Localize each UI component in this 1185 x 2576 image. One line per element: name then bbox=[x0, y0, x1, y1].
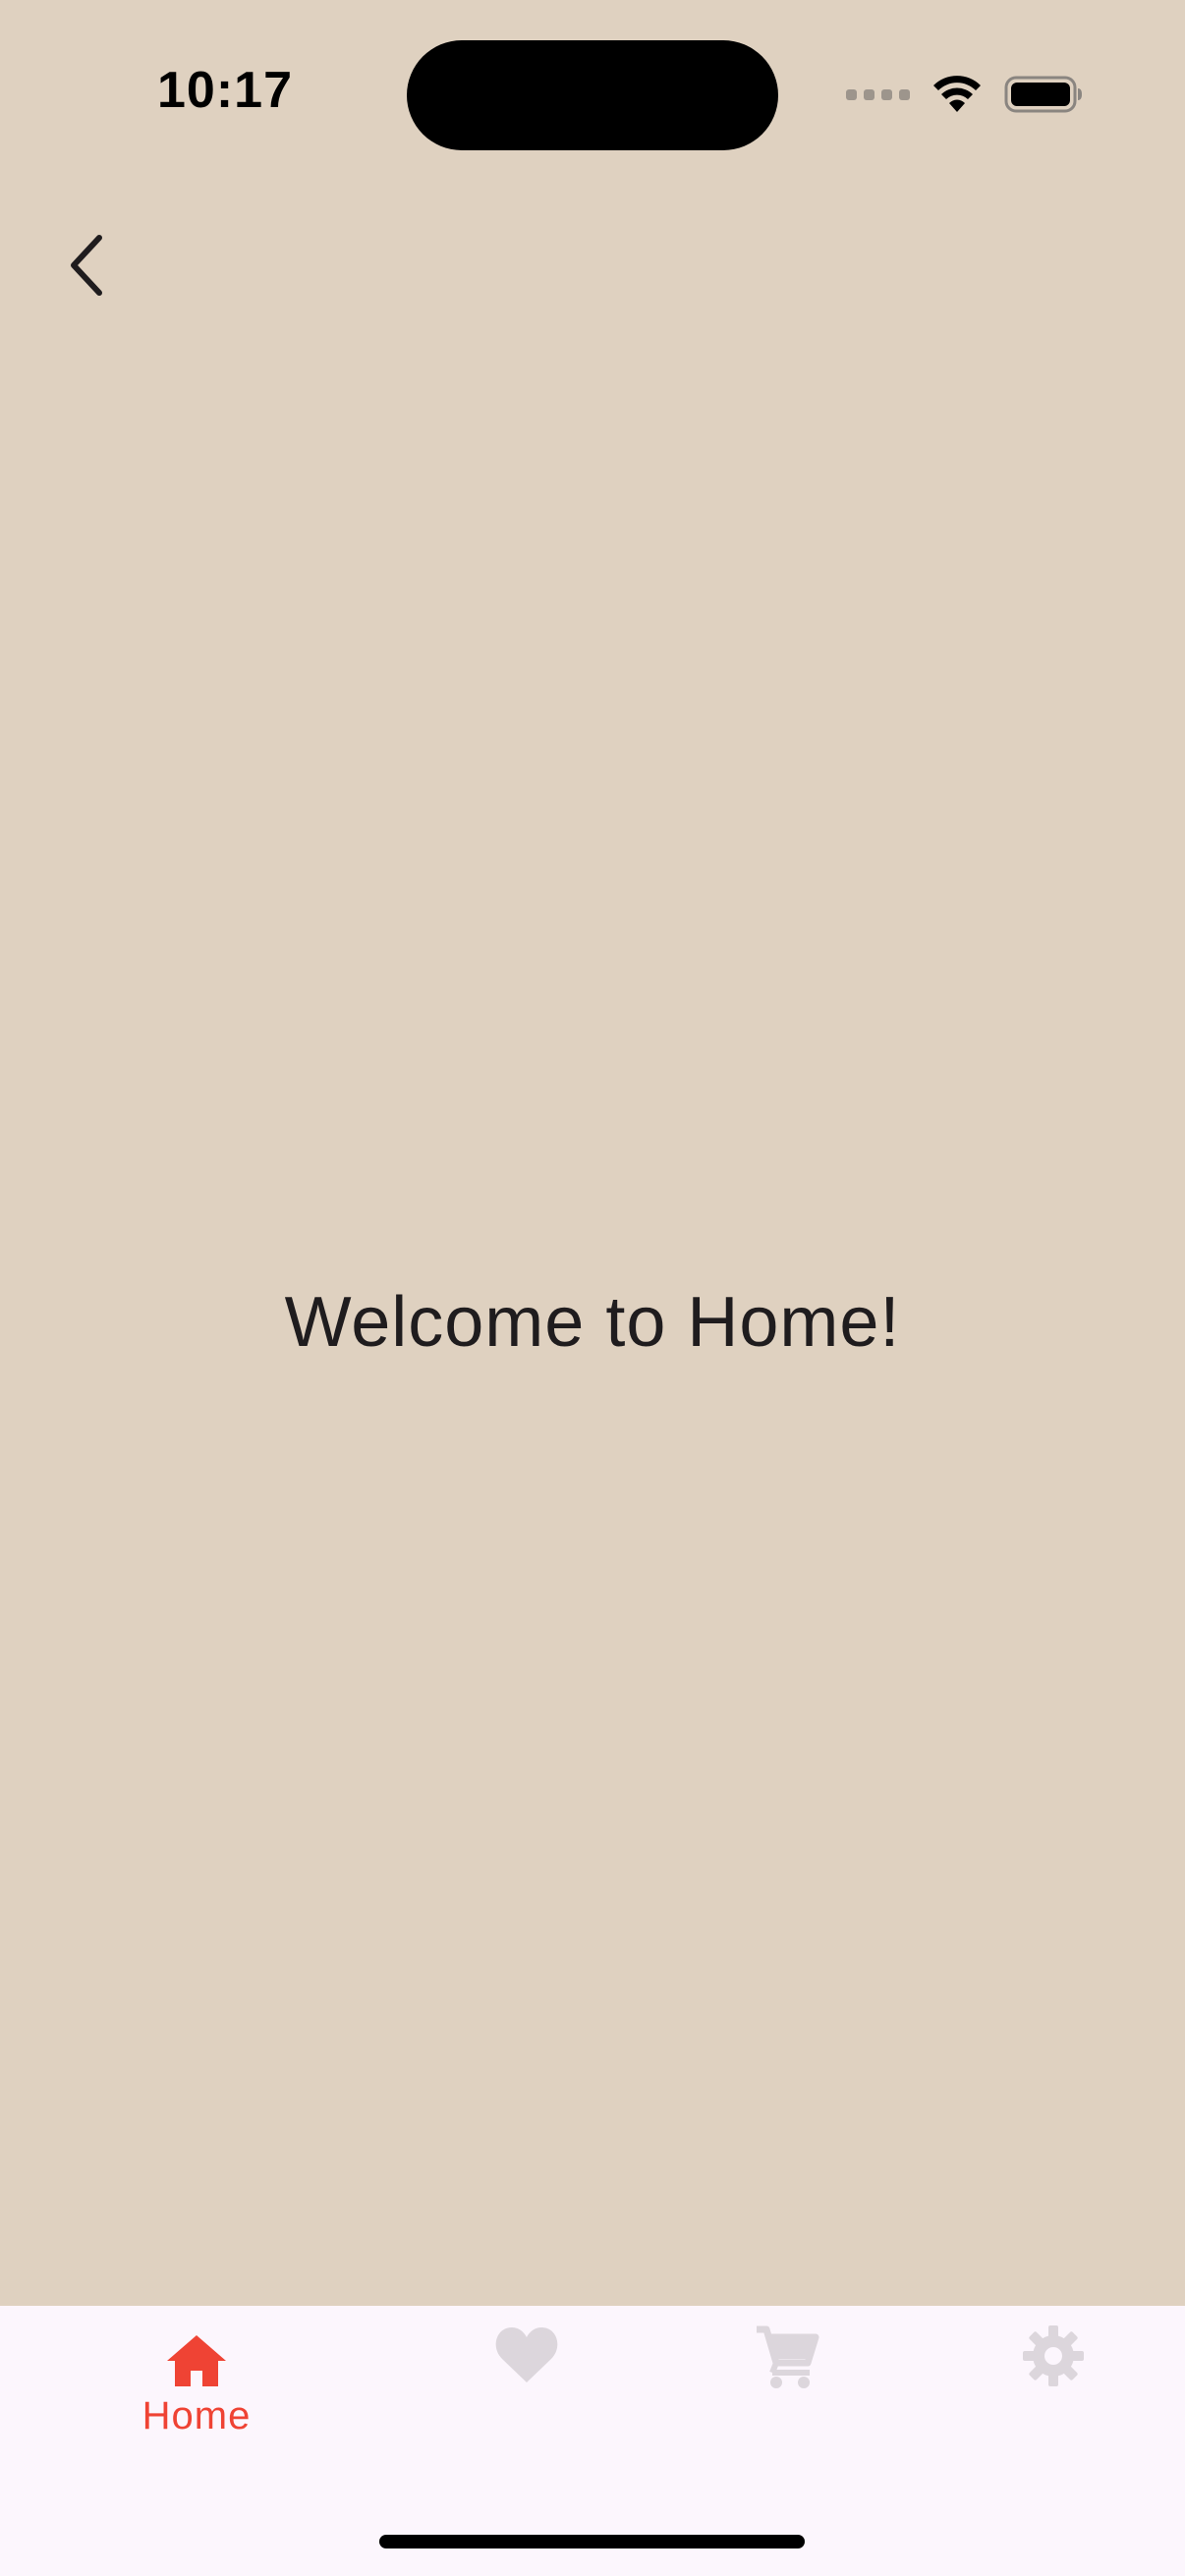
gear-icon bbox=[1023, 2325, 1084, 2386]
battery-icon bbox=[1004, 76, 1082, 113]
home-indicator[interactable] bbox=[379, 2535, 805, 2548]
status-time: 10:17 bbox=[157, 62, 293, 119]
dynamic-island bbox=[407, 40, 778, 150]
tab-home-label: Home bbox=[141, 2394, 252, 2437]
home-icon bbox=[167, 2335, 226, 2386]
wifi-icon bbox=[933, 76, 981, 112]
tab-favorites[interactable] bbox=[419, 2325, 635, 2483]
tab-settings[interactable] bbox=[945, 2325, 1161, 2483]
chevron-left-icon bbox=[71, 235, 102, 296]
tab-home[interactable]: Home bbox=[88, 2333, 305, 2491]
status-icons bbox=[846, 71, 1083, 118]
welcome-message: Welcome to Home! bbox=[284, 1283, 901, 1362]
back-button[interactable] bbox=[51, 226, 120, 305]
cart-icon bbox=[757, 2325, 819, 2388]
heart-icon bbox=[495, 2327, 558, 2382]
cellular-signal-icon bbox=[846, 88, 910, 100]
tab-cart[interactable] bbox=[679, 2325, 895, 2483]
